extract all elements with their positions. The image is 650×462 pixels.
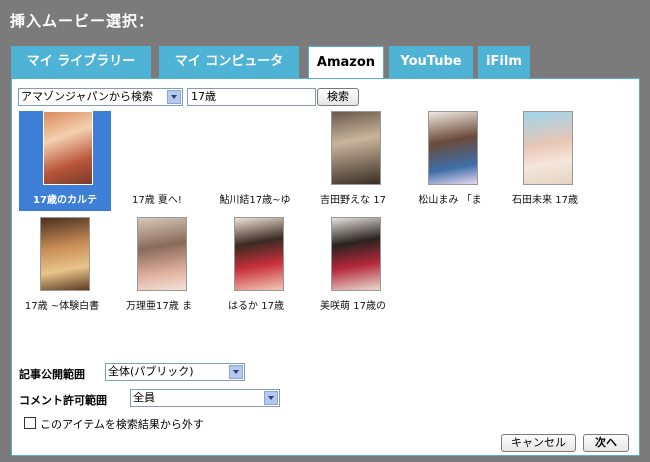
chevron-down-icon [167,90,181,104]
result-label: 17歳のカルテ [33,195,97,206]
result-item[interactable]: 万理亜17歳 ま [113,217,205,317]
search-button[interactable]: 検索 [317,88,359,106]
comment-permission-value: 全員 [133,391,155,404]
movie-thumbnail [137,217,187,291]
tab-my-library[interactable]: マイ ライブラリー [11,46,151,78]
result-item[interactable]: 鮎川結17歳~ゆ [209,111,301,211]
result-label: 17歳 ~体験白書 [24,301,100,312]
movie-thumbnail [40,217,90,291]
tab-my-computer[interactable]: マイ コンピュータ [159,46,299,78]
visibility-select[interactable]: 全体(パブリック) [105,363,245,381]
result-item[interactable]: 17歳 夏へ! [111,111,203,211]
search-input[interactable]: 17歳 [187,88,316,106]
dialog-title: 挿入ムービー選択： [10,12,155,30]
result-label: 石田未来 17歳 [512,195,578,206]
result-label: 美咲萌 17歳の [320,301,386,312]
result-label: 松山まみ 「ま [418,195,482,206]
result-label: はるか 17歳 [228,301,284,312]
movie-thumbnail [523,111,573,185]
tab-ifilm[interactable]: iFilm [478,46,530,78]
cancel-button[interactable]: キャンセル [501,434,576,452]
result-item[interactable]: 石田未来 17歳 [499,111,591,211]
next-button[interactable]: 次へ [583,434,629,452]
tab-amazon[interactable]: Amazon [308,46,384,80]
visibility-value: 全体(パブリック) [108,365,194,378]
comment-permission-select[interactable]: 全員 [130,389,280,407]
result-item[interactable]: 松山まみ 「ま [404,111,496,211]
movie-thumbnail [234,217,284,291]
visibility-label: 記事公開範囲 [19,368,85,381]
exclude-checkbox-label: このアイテムを検索結果から外す [40,418,204,431]
result-label: 鮎川結17歳~ゆ [219,195,291,206]
movie-thumbnail [428,111,478,185]
search-source-select[interactable]: アマゾンジャパンから検索 [18,88,183,106]
exclude-checkbox[interactable] [24,417,36,429]
search-source-value: アマゾンジャパンから検索 [21,90,153,103]
result-label: 17歳 夏へ! [132,195,182,206]
result-item[interactable]: はるか 17歳 [210,217,302,317]
tab-youtube[interactable]: YouTube [389,46,473,78]
chevron-down-icon [229,365,243,379]
movie-thumbnail [331,111,381,185]
result-item[interactable]: 美咲萌 17歳の [307,217,399,317]
chevron-down-icon [264,391,278,405]
movie-thumbnail [43,111,93,185]
result-label: 吉田野えな 17 [320,195,386,206]
result-item[interactable]: 吉田野えな 17 [307,111,399,211]
result-item[interactable]: 17歳 ~体験白書 [16,217,108,317]
result-item[interactable]: 17歳のカルテ [19,111,111,211]
amazon-panel: アマゾンジャパンから検索 17歳 検索 17歳のカルテ 17歳 夏へ! 鮎川結1… [11,78,640,456]
result-label: 万理亜17歳 ま [126,301,192,312]
movie-thumbnail [331,217,381,291]
comment-permission-label: コメント許可範囲 [19,394,107,407]
